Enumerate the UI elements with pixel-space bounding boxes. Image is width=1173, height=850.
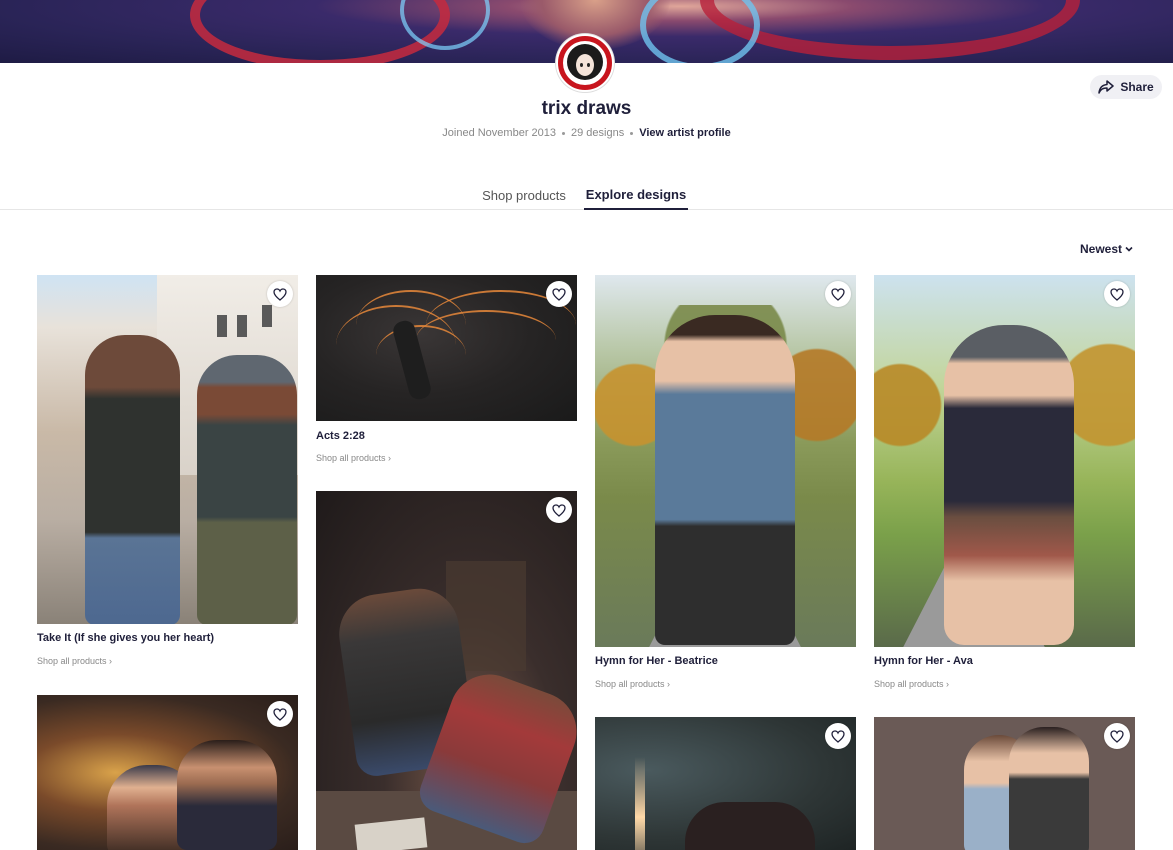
design-image[interactable] — [316, 275, 577, 421]
design-image[interactable] — [595, 717, 856, 850]
heart-icon — [831, 287, 845, 301]
design-card[interactable] — [37, 695, 298, 850]
design-image[interactable] — [37, 275, 298, 624]
heart-icon — [273, 707, 287, 721]
design-title[interactable]: Hymn for Her - Ava — [874, 655, 973, 667]
design-card[interactable]: Take It (If she gives you her heart) Sho… — [37, 275, 298, 670]
share-button[interactable]: Share — [1090, 75, 1162, 99]
sort-label: Newest — [1080, 242, 1123, 256]
favorite-button[interactable] — [546, 497, 572, 523]
design-title[interactable]: Hymn for Her - Beatrice — [595, 655, 718, 667]
shop-all-products-link[interactable]: Shop all products › — [316, 453, 391, 463]
designs-count: 29 designs — [571, 127, 625, 139]
artist-avatar — [556, 34, 614, 92]
design-card[interactable] — [874, 717, 1135, 850]
design-title[interactable]: Acts 2:28 — [316, 430, 365, 442]
artist-meta: Joined November 2013 29 designs View artis… — [0, 127, 1173, 139]
chevron-down-icon — [1125, 246, 1133, 252]
share-arrow-icon — [1098, 80, 1115, 94]
heart-icon — [552, 287, 566, 301]
design-image[interactable] — [37, 695, 298, 850]
design-image[interactable] — [316, 491, 577, 850]
design-card[interactable]: Hymn for Her - Beatrice Shop all product… — [595, 275, 856, 695]
favorite-button[interactable] — [1104, 723, 1130, 749]
heart-icon — [1110, 729, 1124, 743]
joined-date: Joined November 2013 — [442, 127, 557, 139]
heart-icon — [1110, 287, 1124, 301]
heart-icon — [273, 287, 287, 301]
favorite-button[interactable] — [1104, 281, 1130, 307]
heart-icon — [831, 729, 845, 743]
profile-tabs: Shop products Explore designs — [0, 184, 1173, 210]
design-card[interactable] — [595, 717, 856, 850]
design-image[interactable] — [874, 717, 1135, 850]
design-card[interactable]: Hymn for Her - Ava Shop all products › — [874, 275, 1135, 695]
shop-all-products-link[interactable]: Shop all products › — [37, 656, 112, 666]
share-label: Share — [1120, 80, 1154, 94]
shop-all-products-link[interactable]: Shop all products › — [595, 679, 670, 689]
favorite-button[interactable] — [825, 281, 851, 307]
design-image[interactable] — [595, 275, 856, 647]
view-artist-profile-link[interactable]: View artist profile — [639, 127, 731, 139]
heart-icon — [552, 503, 566, 517]
favorite-button[interactable] — [546, 281, 572, 307]
favorite-button[interactable] — [267, 281, 293, 307]
shop-all-products-link[interactable]: Shop all products › — [874, 679, 949, 689]
design-image[interactable] — [874, 275, 1135, 647]
favorite-button[interactable] — [267, 701, 293, 727]
favorite-button[interactable] — [825, 723, 851, 749]
tab-explore-designs[interactable]: Explore designs — [584, 184, 688, 210]
sort-dropdown[interactable]: Newest — [1080, 242, 1134, 256]
tab-shop-products[interactable]: Shop products — [476, 184, 572, 210]
design-card[interactable]: Acts 2:28 Shop all products › — [316, 275, 577, 470]
design-card[interactable] — [316, 491, 577, 850]
design-title[interactable]: Take It (If she gives you her heart) — [37, 632, 214, 644]
artist-name: trix draws — [541, 98, 632, 119]
